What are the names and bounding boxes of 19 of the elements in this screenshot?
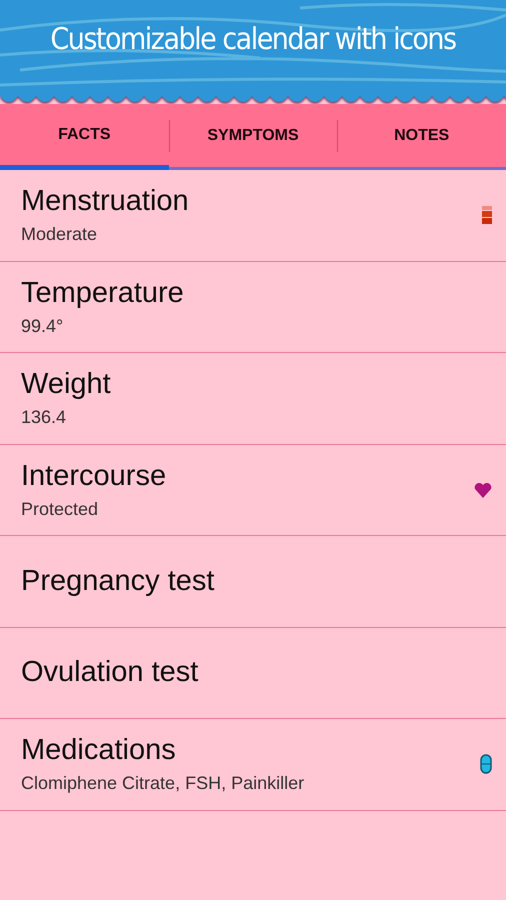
pill-icon	[480, 754, 492, 774]
tab[interactable]: NOTES	[337, 104, 506, 170]
fact-title: Weight	[21, 368, 112, 402]
fact-title: Ovulation test	[21, 656, 200, 690]
tab[interactable]: FACTS	[0, 104, 169, 170]
fact-title: Medications	[21, 734, 177, 768]
fact-value: Clomiphene Citrate, FSH, Painkiller	[21, 773, 306, 794]
tab[interactable]: SYMPTOMS	[168, 104, 338, 170]
fact-title: Pregnancy test	[21, 564, 216, 598]
fact-value: Protected	[21, 498, 100, 520]
fact-title: Temperature	[21, 276, 185, 310]
heart-icon	[474, 482, 492, 498]
blood-drops-icon	[482, 206, 492, 224]
fact-title: Intercourse	[21, 460, 168, 493]
header-title: Customizable calendar with icons	[50, 22, 456, 57]
fact-title: Menstruation	[21, 185, 190, 218]
fact-value: Moderate	[21, 224, 98, 246]
fact-value: 99.4°	[21, 316, 64, 337]
fact-value: 136.4	[21, 407, 68, 428]
